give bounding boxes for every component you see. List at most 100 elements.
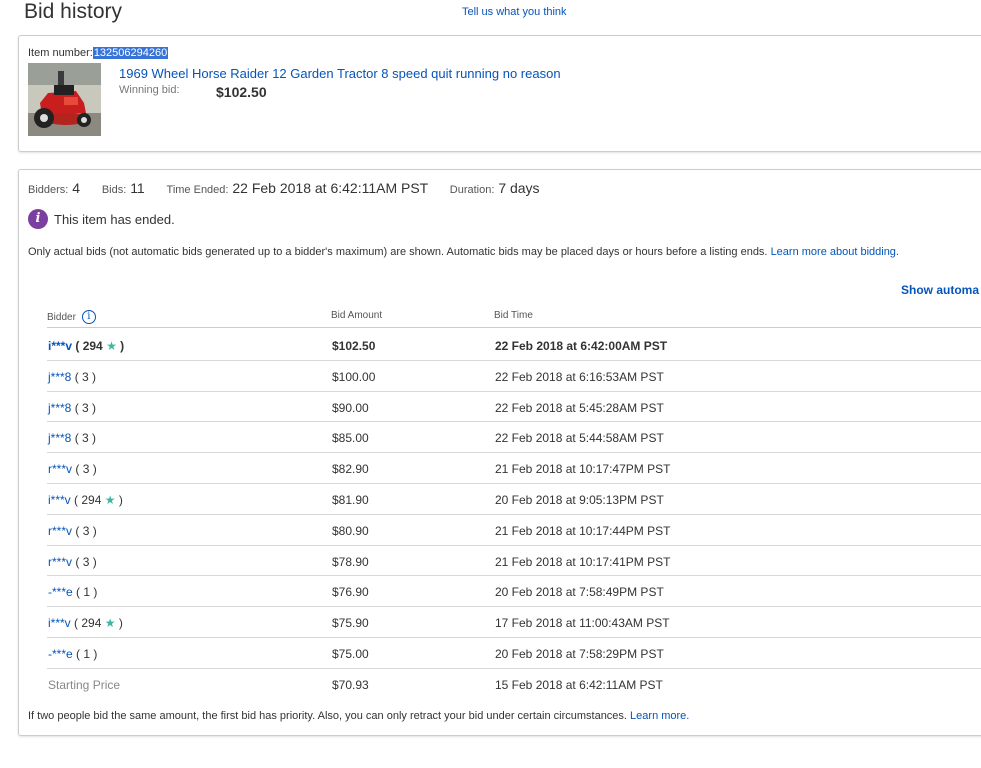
item-number-row: Item number:132506294260 bbox=[28, 47, 169, 59]
star-icon: ★ bbox=[101, 492, 116, 507]
header-bid-time: Bid Time bbox=[494, 310, 533, 321]
bid-amount: $85.00 bbox=[332, 431, 369, 446]
table-row: -***e ( 1 ) $76.90 20 Feb 2018 at 7:58:49P… bbox=[47, 576, 981, 608]
item-number-label: Item number: bbox=[28, 47, 93, 59]
bid-table-header: Bidder i Bid Amount Bid Time bbox=[47, 302, 981, 328]
bid-time: 20 Feb 2018 at 9:05:13PM PST bbox=[495, 492, 664, 507]
footnote: If two people bid the same amount, the f… bbox=[28, 710, 689, 722]
bidder-cell: r***v ( 3 ) bbox=[48, 554, 97, 569]
feedback-score[interactable]: 3 bbox=[82, 370, 89, 384]
bidder-name-link[interactable]: j***8 bbox=[48, 431, 71, 445]
table-row: -***e ( 1 ) $75.00 20 Feb 2018 at 7:58:29P… bbox=[47, 638, 981, 669]
feedback-score[interactable]: 3 bbox=[82, 401, 89, 415]
feedback-score[interactable]: 294 bbox=[83, 339, 103, 353]
item-number-value[interactable]: 132506294260 bbox=[92, 47, 169, 59]
winning-bid-label: Winning bid: bbox=[119, 84, 180, 96]
bid-time: 22 Feb 2018 at 5:44:58AM PST bbox=[495, 431, 664, 446]
starting-price-time: 15 Feb 2018 at 6:42:11AM PST bbox=[495, 677, 663, 692]
duration-label: Duration: bbox=[449, 184, 495, 196]
ended-notice: i This item has ended. bbox=[28, 209, 175, 229]
feedback-score[interactable]: 294 bbox=[81, 616, 101, 630]
bidder-name-link[interactable]: -***e bbox=[48, 647, 73, 661]
star-icon: ★ bbox=[101, 616, 116, 631]
bidders-label: Bidders: bbox=[28, 184, 69, 196]
learn-more-bidding-link[interactable]: Learn more about bidding. bbox=[771, 246, 899, 258]
duration-value: 7 days bbox=[498, 180, 540, 196]
table-row: i***v ( 294 ★ ) $75.90 17 Feb 2018 at 11:0… bbox=[47, 607, 981, 638]
bidder-name-link[interactable]: i***v bbox=[48, 616, 71, 630]
table-row: i***v ( 294 ★ ) $81.90 20 Feb 2018 at 9:05… bbox=[47, 484, 981, 515]
bid-time: 20 Feb 2018 at 7:58:29PM PST bbox=[495, 646, 664, 661]
bidder-name-link[interactable]: j***8 bbox=[48, 370, 71, 384]
table-row: r***v ( 3 ) $82.90 21 Feb 2018 at 10:17:47… bbox=[47, 453, 981, 484]
bidder-name-link[interactable]: i***v bbox=[48, 339, 72, 353]
header-bidder: Bidder i bbox=[47, 310, 96, 324]
feedback-score[interactable]: 294 bbox=[81, 493, 101, 507]
bidders-count: 4 bbox=[72, 180, 81, 196]
item-panel: Item number:132506294260 1969 Wheel Hors… bbox=[18, 35, 981, 152]
bidder-cell: i***v ( 294 ★ ) bbox=[48, 616, 123, 631]
bidder-cell: j***8 ( 3 ) bbox=[48, 400, 97, 415]
header-bidder-label: Bidder bbox=[47, 311, 76, 323]
bidder-cell: i***v ( 294 ★ ) bbox=[48, 492, 123, 507]
starting-price-row: Starting Price $70.93 15 Feb 2018 at 6:42:… bbox=[47, 669, 981, 700]
bidder-info-icon[interactable]: i bbox=[81, 310, 96, 324]
bid-time: 22 Feb 2018 at 6:16:53AM PST bbox=[495, 369, 664, 384]
item-thumbnail[interactable] bbox=[28, 63, 101, 136]
bidder-name-link[interactable]: j***8 bbox=[48, 401, 71, 415]
time-ended-value: 22 Feb 2018 at 6:42:11AM PST bbox=[232, 180, 428, 196]
starting-price-amount: $70.93 bbox=[332, 677, 369, 692]
table-row: j***8 ( 3 ) $85.00 22 Feb 2018 at 5:44:58A… bbox=[47, 422, 981, 454]
bid-amount: $75.00 bbox=[332, 646, 369, 661]
bid-table-body: i***v ( 294 ★ ) $102.50 22 Feb 2018 at 6:4… bbox=[47, 330, 981, 700]
item-title-link[interactable]: 1969 Wheel Horse Raider 12 Garden Tracto… bbox=[119, 66, 561, 81]
bidder-name-link[interactable]: r***v bbox=[48, 524, 72, 538]
feedback-link[interactable]: Tell us what you think bbox=[462, 6, 567, 18]
bids-label: Bids: bbox=[101, 184, 127, 196]
bidder-name-link[interactable]: r***v bbox=[48, 555, 72, 569]
bid-summary: Bidders: 4 Bids: 11 Time Ended: 22 Feb 2… bbox=[28, 180, 540, 196]
star-icon: ★ bbox=[102, 339, 117, 353]
tractor-image bbox=[28, 63, 101, 136]
winning-bid-value: $102.50 bbox=[216, 84, 267, 100]
table-row: j***8 ( 3 ) $90.00 22 Feb 2018 at 5:45:28A… bbox=[47, 392, 981, 423]
bid-time: 21 Feb 2018 at 10:17:41PM PST bbox=[495, 554, 671, 569]
bidder-cell: j***8 ( 3 ) bbox=[48, 369, 97, 384]
learn-more-link[interactable]: Learn more. bbox=[630, 710, 689, 722]
bid-amount: $100.00 bbox=[332, 369, 376, 384]
table-row: r***v ( 3 ) $80.90 21 Feb 2018 at 10:17:44… bbox=[47, 515, 981, 546]
show-automatic-bids-link[interactable]: Show automa bbox=[901, 283, 979, 297]
bidder-cell: r***v ( 3 ) bbox=[48, 462, 97, 477]
table-row: r***v ( 3 ) $78.90 21 Feb 2018 at 10:17:41… bbox=[47, 546, 981, 577]
bidder-cell: r***v ( 3 ) bbox=[48, 523, 97, 538]
bid-amount: $81.90 bbox=[332, 492, 369, 507]
table-row: j***8 ( 3 ) $100.00 22 Feb 2018 at 6:16:53… bbox=[47, 361, 981, 392]
bidder-name-link[interactable]: -***e bbox=[48, 585, 73, 599]
info-icon: i bbox=[28, 209, 48, 229]
bidder-name-link[interactable]: i***v bbox=[48, 493, 71, 507]
ended-text: This item has ended. bbox=[54, 211, 175, 227]
bid-time: 21 Feb 2018 at 10:17:44PM PST bbox=[495, 523, 671, 538]
page-title: Bid history bbox=[24, 0, 123, 23]
bid-time: 22 Feb 2018 at 6:42:00AM PST bbox=[495, 339, 668, 353]
table-row: i***v ( 294 ★ ) $102.50 22 Feb 2018 at 6:4… bbox=[47, 330, 981, 361]
bidder-cell: j***8 ( 3 ) bbox=[48, 431, 97, 446]
bidder-name-link[interactable]: r***v bbox=[48, 462, 72, 476]
bid-amount: $80.90 bbox=[332, 523, 369, 538]
feedback-score[interactable]: 3 bbox=[82, 431, 89, 445]
bid-amount: $82.90 bbox=[332, 462, 369, 477]
bids-note: Only actual bids (not automatic bids gen… bbox=[28, 246, 899, 258]
time-ended-label: Time Ended: bbox=[166, 184, 229, 196]
bid-time: 21 Feb 2018 at 10:17:47PM PST bbox=[495, 462, 671, 477]
bid-amount: $75.90 bbox=[332, 616, 369, 631]
bid-amount: $102.50 bbox=[332, 339, 376, 353]
footnote-text: If two people bid the same amount, the f… bbox=[28, 710, 631, 722]
bidder-cell: i***v ( 294 ★ ) bbox=[48, 339, 125, 353]
header-bid-amount: Bid Amount bbox=[331, 310, 383, 321]
bidder-cell: -***e ( 1 ) bbox=[48, 585, 98, 600]
bid-history-panel: Bidders: 4 Bids: 11 Time Ended: 22 Feb 2… bbox=[18, 169, 981, 736]
bid-time: 17 Feb 2018 at 11:00:43AM PST bbox=[495, 616, 670, 631]
bidder-cell: -***e ( 1 ) bbox=[48, 646, 98, 661]
starting-price-label: Starting Price bbox=[48, 677, 121, 692]
bid-time: 20 Feb 2018 at 7:58:49PM PST bbox=[495, 585, 664, 600]
